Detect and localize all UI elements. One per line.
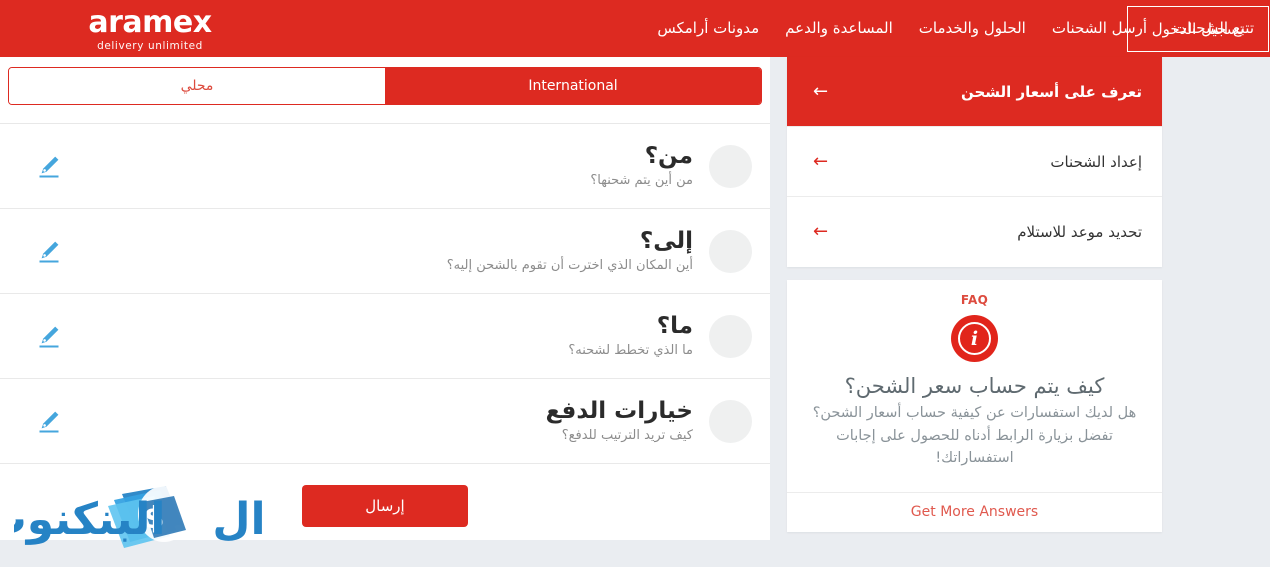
faq-label: FAQ xyxy=(960,293,989,307)
login-button[interactable]: تسجيل الدخول xyxy=(1127,6,1269,52)
sidebar-item-label: تحديد موعد للاستلام xyxy=(1017,223,1142,241)
faq-card: FAQ i كيف يتم حساب سعر الشحن؟ هل لديك اس… xyxy=(787,280,1162,532)
logo-wordmark: aramex xyxy=(88,4,212,40)
faq-question: كيف يتم حساب سعر الشحن؟ xyxy=(844,374,1105,398)
sidebar-item-rates[interactable]: تعرف على أسعار الشحن ← xyxy=(787,57,1162,127)
sidebar-item-label: إعداد الشحنات xyxy=(1050,152,1142,171)
form-row-text: إلى؟ أين المكان الذي اخترت أن تقوم بالشح… xyxy=(18,227,697,273)
form-row-title: ما؟ xyxy=(656,312,693,339)
form-row-text: ما؟ ما الذي تخطط لشحنه؟ xyxy=(18,312,697,358)
form-row-subtitle: كيف تريد الترتيب للدفع؟ xyxy=(561,427,693,443)
form-row-text: من؟ من أين يتم شحنها؟ xyxy=(18,142,697,188)
form-row-title: من؟ xyxy=(644,142,693,169)
sidebar-item-prepare-shipments[interactable]: إعداد الشحنات ← xyxy=(787,127,1162,197)
form-row-subtitle: من أين يتم شحنها؟ xyxy=(590,172,693,188)
nav-item-support[interactable]: المساعدة والدعم xyxy=(785,0,893,57)
step-indicator-circle xyxy=(709,399,752,443)
pencil-icon[interactable] xyxy=(36,323,62,349)
step-indicator-circle xyxy=(709,144,752,188)
page-root: تتبع الشحنات أرسل الشحنات الحلول والخدما… xyxy=(0,0,1270,567)
arrow-left-icon: ← xyxy=(813,150,829,172)
get-more-answers-link[interactable]: Get More Answers xyxy=(911,504,1038,520)
form-row-title: إلى؟ xyxy=(639,227,693,254)
step-indicator-circle xyxy=(709,229,752,273)
arrow-left-icon: ← xyxy=(813,80,829,102)
column-gap xyxy=(770,57,787,567)
form-row-to[interactable]: إلى؟ أين المكان الذي اخترت أن تقوم بالشح… xyxy=(0,209,770,294)
form-row-title: خيارات الدفع xyxy=(545,397,693,424)
sidebar: تعرف على أسعار الشحن ← إعداد الشحنات ← ت… xyxy=(787,57,1162,567)
login-button-label: تسجيل الدخول xyxy=(1151,20,1245,38)
main-navigation: تتبع الشحنات أرسل الشحنات الحلول والخدما… xyxy=(300,0,1270,57)
logo-tagline: delivery unlimited xyxy=(97,39,203,52)
form-row-what[interactable]: ما؟ ما الذي تخطط لشحنه؟ xyxy=(0,294,770,379)
submit-area: إرسال xyxy=(0,464,770,547)
sidebar-link-list: تعرف على أسعار الشحن ← إعداد الشحنات ← ت… xyxy=(787,57,1162,267)
sidebar-item-schedule-pickup[interactable]: تحديد موعد للاستلام ← xyxy=(787,197,1162,267)
faq-footer: Get More Answers xyxy=(787,491,1162,532)
arrow-left-icon: ← xyxy=(813,221,829,242)
tab-domestic[interactable]: محلي xyxy=(9,68,385,104)
submit-button[interactable]: إرسال xyxy=(302,484,468,527)
form-row-payment[interactable]: خيارات الدفع كيف تريد الترتيب للدفع؟ xyxy=(0,379,770,464)
form-rows: من؟ من أين يتم شحنها؟ إلى؟ أين المكان ال… xyxy=(0,124,770,464)
info-icon: i xyxy=(951,315,998,362)
tab-international-label: International xyxy=(528,78,618,94)
nav-item-solutions[interactable]: الحلول والخدمات xyxy=(919,0,1026,57)
form-row-from[interactable]: من؟ من أين يتم شحنها؟ xyxy=(0,124,770,209)
nav-item-blogs[interactable]: مدونات أرامكس xyxy=(657,0,759,57)
tab-international[interactable]: International xyxy=(385,68,761,104)
step-indicator-circle xyxy=(709,314,752,358)
form-row-text: خيارات الدفع كيف تريد الترتيب للدفع؟ xyxy=(18,397,697,443)
form-row-subtitle: ما الذي تخطط لشحنه؟ xyxy=(568,342,693,358)
shipment-type-tabs: International محلي xyxy=(8,67,762,105)
shipping-form-panel: International محلي من؟ من أين يتم شحنها؟ xyxy=(0,57,770,540)
faq-body-text: هل لديك استفسارات عن كيفية حساب أسعار ال… xyxy=(812,405,1137,467)
form-row-subtitle: أين المكان الذي اخترت أن تقوم بالشحن إلي… xyxy=(446,257,693,273)
pencil-icon[interactable] xyxy=(36,408,62,434)
pencil-icon[interactable] xyxy=(36,238,62,264)
site-header: تتبع الشحنات أرسل الشحنات الحلول والخدما… xyxy=(0,0,1270,57)
tab-domestic-label: محلي xyxy=(180,78,214,94)
aramex-logo[interactable]: aramex delivery unlimited xyxy=(0,0,300,57)
sidebar-item-label: تعرف على أسعار الشحن xyxy=(960,82,1142,101)
pencil-icon[interactable] xyxy=(36,153,62,179)
info-icon-glyph: i xyxy=(958,322,991,355)
